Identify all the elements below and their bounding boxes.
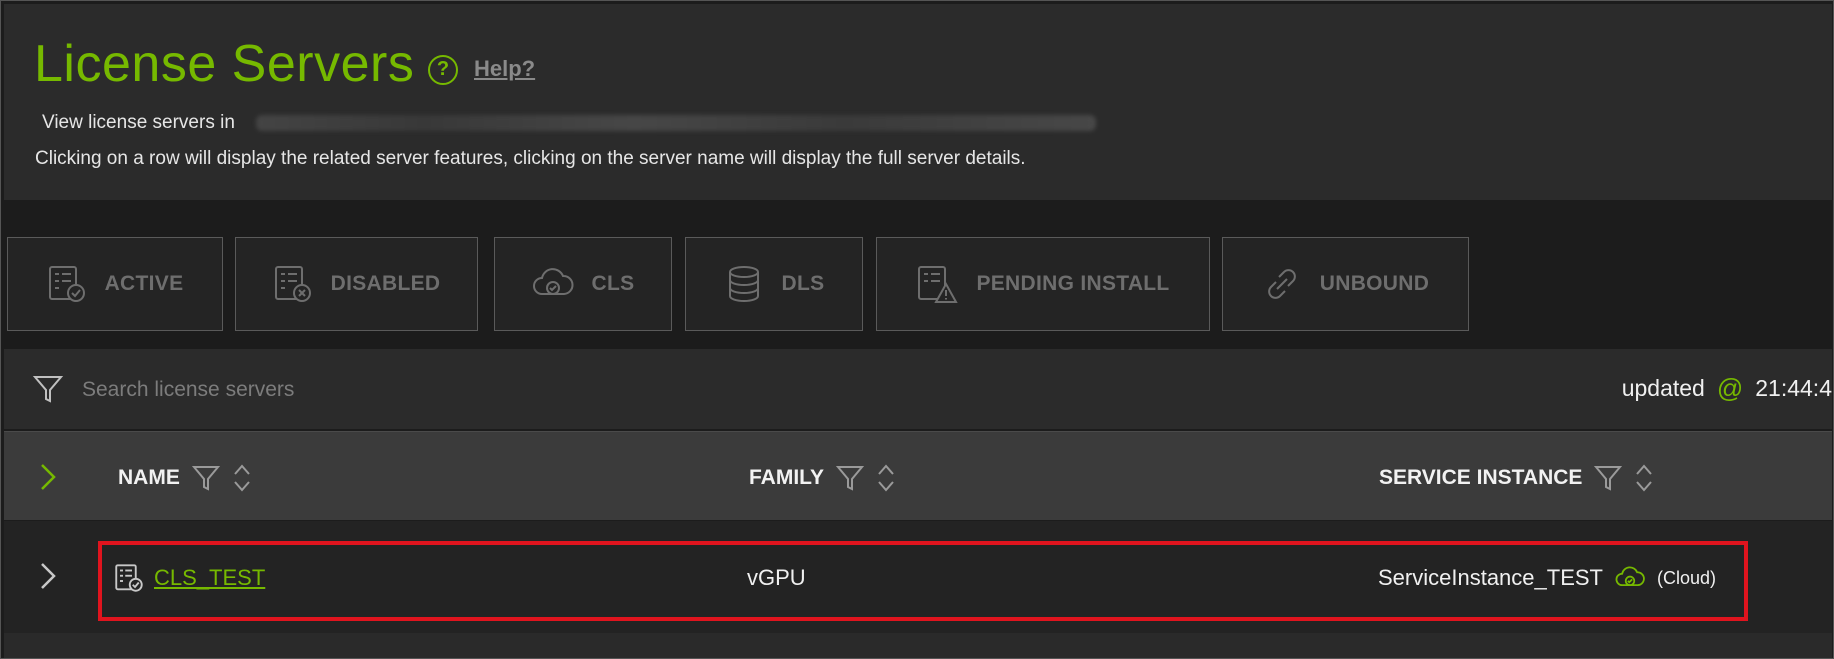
column-filter-icon[interactable] [1594, 464, 1623, 492]
sort-icon[interactable] [876, 462, 896, 494]
filter-active-label: ACTIVE [104, 272, 184, 295]
help-link[interactable]: Help? [474, 56, 535, 82]
cloud-icon [532, 268, 574, 295]
filter-cls-button[interactable]: CLS [494, 237, 672, 331]
unlink-icon [1267, 269, 1296, 299]
table-header: NAME FAMILY SERVICE INSTANCE [4, 431, 1832, 520]
search-bar: updated @ 21:44:4 [4, 349, 1832, 429]
filter-icon[interactable] [32, 373, 64, 405]
updated-label: updated [1621, 375, 1705, 401]
filter-unbound-label: UNBOUND [1319, 272, 1430, 295]
server-check-icon [48, 266, 85, 302]
chevron-right-icon[interactable] [38, 462, 58, 492]
server-x-icon [274, 266, 311, 302]
sort-icon[interactable] [232, 462, 252, 494]
filter-dls-label: DLS [781, 272, 825, 295]
chevron-right-icon[interactable] [38, 561, 58, 591]
last-updated: updated @ 21:44:4 [1622, 373, 1832, 404]
filter-dls-button[interactable]: DLS [685, 237, 863, 331]
filter-disabled-button[interactable]: DISABLED [235, 237, 478, 331]
server-warning-icon [918, 266, 959, 303]
help-icon[interactable]: ? [428, 55, 458, 85]
column-family[interactable]: FAMILY [749, 462, 896, 494]
app-frame: License Servers ? Help? View license ser… [0, 0, 1834, 659]
at-icon: @ [1716, 373, 1744, 403]
instruction-text: Clicking on a row will display the relat… [35, 148, 1026, 169]
subtitle: View license servers in [42, 112, 235, 133]
database-icon [728, 266, 759, 302]
column-service-instance-label: SERVICE INSTANCE [1379, 466, 1583, 489]
search-input[interactable] [80, 371, 684, 409]
filter-active-button[interactable]: ACTIVE [7, 237, 223, 331]
filter-bar: ACTIVE DISABLED CLS DLS PENDING INSTALL … [4, 237, 1832, 337]
table-footer [4, 633, 1832, 658]
column-service-instance[interactable]: SERVICE INSTANCE [1379, 462, 1654, 494]
updated-time: 21:44:4 [1755, 375, 1832, 401]
filter-pending-install-button[interactable]: PENDING INSTALL [876, 237, 1210, 331]
redacted-org-name [256, 115, 1096, 131]
page-header: License Servers ? Help? View license ser… [4, 4, 1832, 200]
column-filter-icon[interactable] [836, 464, 865, 492]
filter-pending-install-label: PENDING INSTALL [976, 272, 1170, 295]
column-family-label: FAMILY [749, 466, 825, 489]
column-filter-icon[interactable] [191, 464, 220, 492]
filter-disabled-label: DISABLED [330, 272, 441, 295]
column-name[interactable]: NAME [118, 462, 252, 494]
filter-unbound-button[interactable]: UNBOUND [1222, 237, 1469, 331]
filter-cls-label: CLS [591, 272, 635, 295]
page-title: License Servers [34, 35, 415, 93]
sort-icon[interactable] [1634, 462, 1654, 494]
column-name-label: NAME [118, 466, 180, 489]
row-highlight-annotation [98, 541, 1748, 621]
